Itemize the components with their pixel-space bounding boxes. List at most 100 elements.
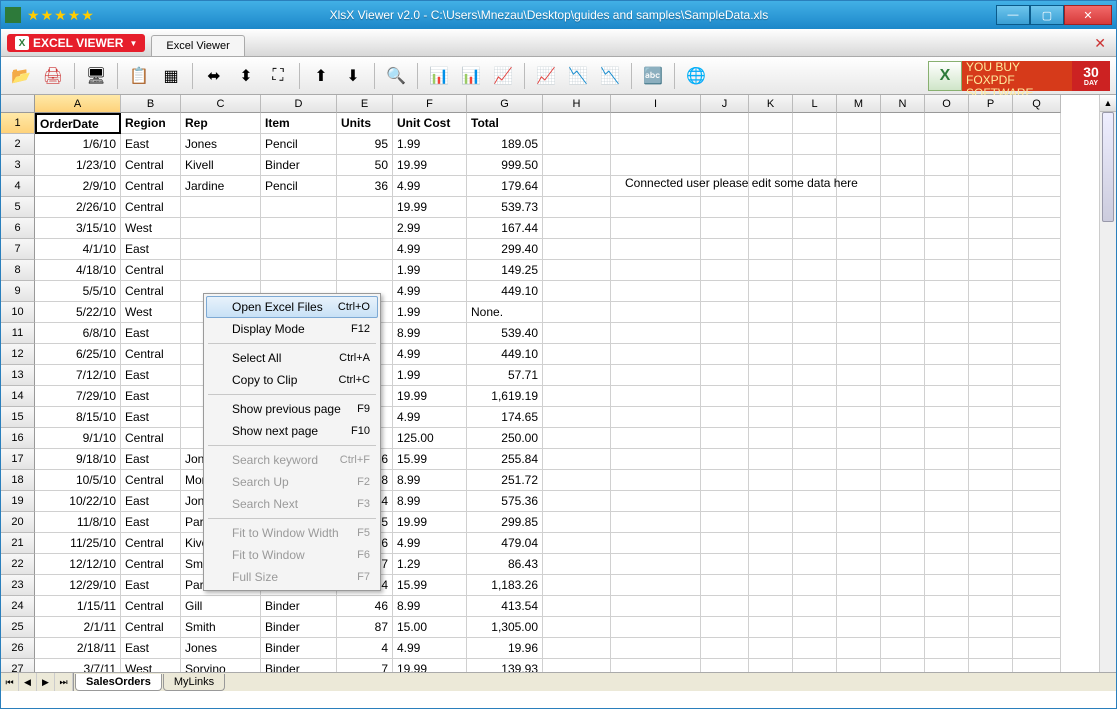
data-cell[interactable] [543,533,611,554]
row-header[interactable]: 23 [1,575,35,596]
data-cell[interactable] [701,596,749,617]
data-cell[interactable] [925,428,969,449]
data-cell[interactable]: 539.73 [467,197,543,218]
data-cell[interactable] [969,533,1013,554]
data-cell[interactable]: 8.99 [393,491,467,512]
data-cell[interactable]: Central [121,533,181,554]
data-cell[interactable] [1013,554,1061,575]
chart-3-button[interactable]: 📈 [489,62,517,90]
data-cell[interactable] [793,344,837,365]
column-header-J[interactable]: J [701,95,749,113]
data-cell[interactable] [969,638,1013,659]
data-cell[interactable] [969,407,1013,428]
menu-item-show-next-page[interactable]: Show next pageF10 [206,420,378,442]
header-cell[interactable] [611,113,701,134]
data-cell[interactable]: 12/29/10 [35,575,121,596]
data-cell[interactable] [181,260,261,281]
data-cell[interactable] [701,407,749,428]
data-cell[interactable]: Central [121,428,181,449]
data-cell[interactable]: 4.99 [393,176,467,197]
data-cell[interactable]: 15.00 [393,617,467,638]
data-cell[interactable] [543,323,611,344]
data-cell[interactable] [925,554,969,575]
data-cell[interactable] [969,449,1013,470]
data-cell[interactable]: Central [121,281,181,302]
data-cell[interactable] [837,638,881,659]
data-cell[interactable]: 36 [337,176,393,197]
data-cell[interactable] [881,176,925,197]
data-cell[interactable] [611,134,701,155]
data-cell[interactable]: 4.99 [393,239,467,260]
data-cell[interactable] [701,281,749,302]
data-cell[interactable] [749,617,793,638]
data-cell[interactable] [611,554,701,575]
data-cell[interactable]: 999.50 [467,155,543,176]
full-size-button[interactable]: ⛶ [264,62,292,90]
data-cell[interactable] [611,638,701,659]
row-header[interactable]: 21 [1,533,35,554]
chart-2-button[interactable]: 📊 [457,62,485,90]
first-sheet-button[interactable]: ⏮ [1,673,19,691]
data-cell[interactable] [1013,218,1061,239]
promo-banner[interactable]: X SPECIAL OFFER! SAVE 35% WHEN YOU BUY F… [928,61,1110,91]
data-cell[interactable]: Pencil [261,134,337,155]
data-cell[interactable]: 174.65 [467,407,543,428]
data-cell[interactable]: Central [121,617,181,638]
data-cell[interactable] [337,239,393,260]
row-header[interactable]: 16 [1,428,35,449]
data-cell[interactable] [793,638,837,659]
data-cell[interactable] [837,260,881,281]
data-cell[interactable] [1013,323,1061,344]
data-cell[interactable]: 449.10 [467,281,543,302]
data-cell[interactable]: 19.99 [393,197,467,218]
data-cell[interactable]: 4.99 [393,533,467,554]
data-cell[interactable] [749,260,793,281]
data-cell[interactable] [701,239,749,260]
data-cell[interactable] [1013,575,1061,596]
data-cell[interactable] [611,344,701,365]
data-cell[interactable] [969,134,1013,155]
data-cell[interactable] [793,197,837,218]
column-header-G[interactable]: G [467,95,543,113]
data-cell[interactable]: 449.10 [467,344,543,365]
select-all-corner[interactable] [1,95,35,113]
data-cell[interactable] [611,323,701,344]
data-cell[interactable] [925,134,969,155]
data-cell[interactable] [837,218,881,239]
data-cell[interactable]: 1/6/10 [35,134,121,155]
data-cell[interactable] [969,197,1013,218]
data-cell[interactable] [611,575,701,596]
data-cell[interactable]: Central [121,176,181,197]
data-cell[interactable]: 1,305.00 [467,617,543,638]
data-cell[interactable] [337,197,393,218]
row-header[interactable]: 20 [1,512,35,533]
data-cell[interactable] [925,365,969,386]
fit-width-button[interactable]: ⬌ [200,62,228,90]
data-cell[interactable] [969,176,1013,197]
data-cell[interactable]: 12/12/10 [35,554,121,575]
data-cell[interactable] [543,428,611,449]
row-header[interactable]: 22 [1,554,35,575]
row-header[interactable]: 5 [1,197,35,218]
data-cell[interactable] [611,155,701,176]
data-cell[interactable] [749,197,793,218]
data-cell[interactable] [1013,596,1061,617]
data-cell[interactable] [1013,386,1061,407]
header-cell[interactable] [793,113,837,134]
data-cell[interactable] [837,428,881,449]
data-cell[interactable] [969,470,1013,491]
print-button[interactable]: 🖨 [39,62,67,90]
data-cell[interactable] [749,638,793,659]
data-cell[interactable] [793,533,837,554]
data-cell[interactable] [543,281,611,302]
data-cell[interactable] [749,407,793,428]
data-cell[interactable]: East [121,449,181,470]
data-cell[interactable] [611,302,701,323]
sheet-tab-salesorders[interactable]: SalesOrders [75,674,162,691]
data-cell[interactable] [1013,470,1061,491]
data-cell[interactable] [881,260,925,281]
data-cell[interactable] [181,218,261,239]
data-cell[interactable] [881,365,925,386]
data-cell[interactable]: West [121,302,181,323]
data-cell[interactable]: 5/22/10 [35,302,121,323]
